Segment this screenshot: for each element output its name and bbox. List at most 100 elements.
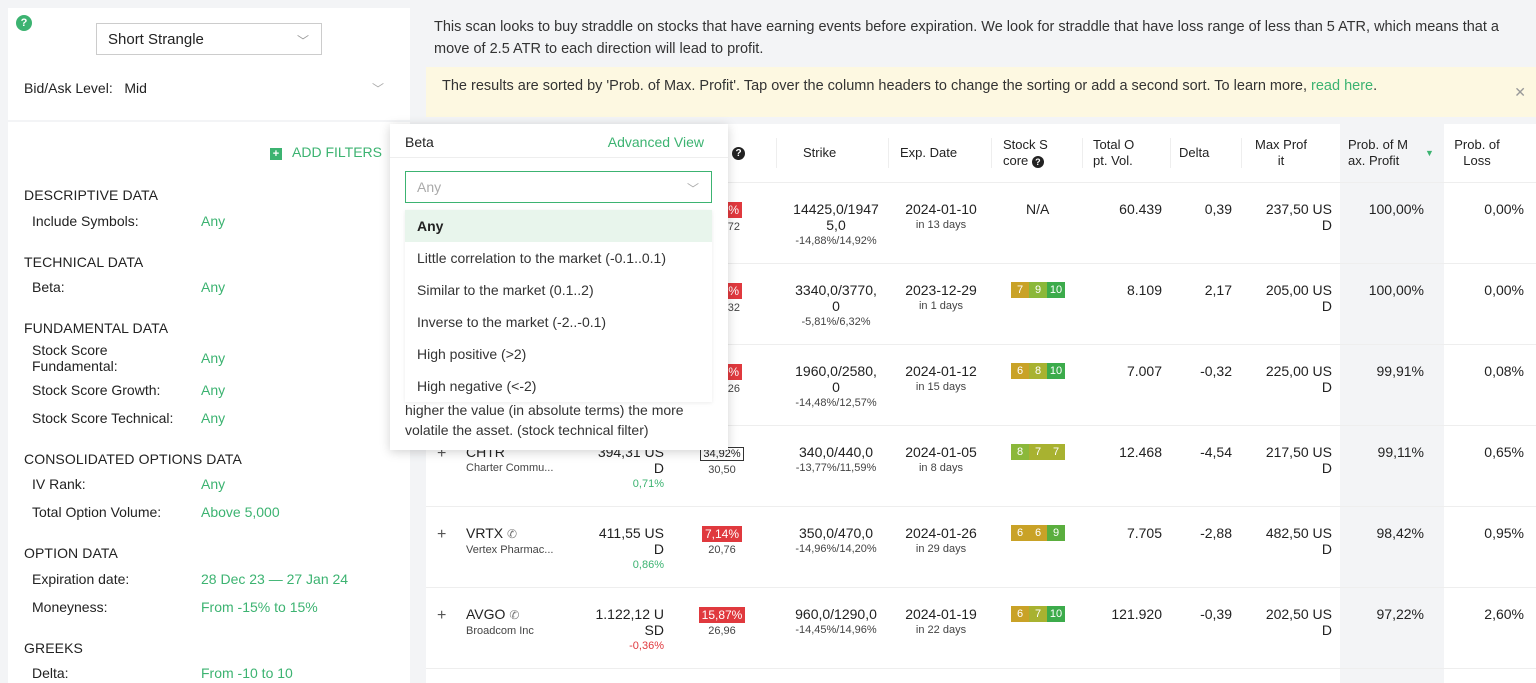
chevron-down-icon[interactable]: ﹀ <box>372 80 384 97</box>
expand-row-button[interactable]: + <box>437 527 446 543</box>
bid-ask-select[interactable]: Bid/Ask Level: Mid <box>24 80 147 96</box>
notice-text: The results are sorted by 'Prob. of Max.… <box>442 78 1312 94</box>
add-filters-button[interactable]: + ADD FILTERS <box>270 144 382 160</box>
header-strike[interactable]: Strike <box>803 124 836 182</box>
info-icon[interactable]: ? <box>1031 156 1044 168</box>
max-profit-1: 217,50 US <box>1265 444 1332 460</box>
max-profit-2: D <box>1321 379 1332 395</box>
advanced-view-link[interactable]: Advanced View <box>608 134 704 150</box>
max-profit-2: D <box>1321 622 1332 638</box>
sort-desc-icon[interactable]: ▼ <box>1425 124 1434 182</box>
max-profit-cell: 237,50 US D <box>1246 201 1332 233</box>
score-growth: 9 <box>1029 282 1047 298</box>
header-prob-loss-1: Prob. of <box>1454 137 1500 152</box>
header-divider <box>1241 138 1242 168</box>
close-icon[interactable]: ✕ <box>1514 84 1526 101</box>
header-stock-score-2: core <box>1003 153 1029 168</box>
header-stock-score[interactable]: Stock S core ? <box>1003 124 1048 182</box>
strike-line-1: 1960,0/2580, <box>795 363 877 379</box>
expiration-date-value[interactable]: 28 Dec 23 — 27 Jan 24 <box>201 571 348 587</box>
prob-max-profit: 100,00% <box>1368 282 1424 298</box>
header-max-profit[interactable]: Max Prof it <box>1252 124 1310 182</box>
score-growth: 8 <box>1029 363 1047 379</box>
stock-score-badges: 6 7 10 <box>1011 606 1065 622</box>
price-1: 411,55 US <box>598 525 664 541</box>
strategy-select[interactable]: Short Strangle ﹀ <box>96 23 322 55</box>
stock-score-badges: 8 7 7 <box>1011 444 1065 460</box>
option-high-negative[interactable]: High negative (<-2) <box>405 370 712 402</box>
phone-icon[interactable]: ✆ <box>507 527 517 541</box>
stock-score-fundamental-label-1: Stock Score <box>32 342 108 358</box>
prob-loss: 0,08% <box>1484 363 1524 379</box>
option-inverse[interactable]: Inverse to the market (-2..-0.1) <box>405 306 712 338</box>
total-volume: 60.439 <box>1119 201 1162 217</box>
score-technical: 10 <box>1047 363 1065 379</box>
stock-score-fundamental-value[interactable]: Any <box>201 350 225 366</box>
exp-date: 2024-01-05 <box>905 444 977 460</box>
total-volume: 7.007 <box>1126 363 1162 379</box>
price-change: 0,86% <box>632 559 664 571</box>
beta-filter-popover: Beta Advanced View Any ﹀ higher the valu… <box>390 124 728 450</box>
price-cell: 394,31 US D 0,71% <box>586 444 664 492</box>
score-growth: 7 <box>1029 444 1047 460</box>
option-high-positive[interactable]: High positive (>2) <box>405 338 712 370</box>
strike-pct: -13,77%/11,59% <box>795 462 877 474</box>
header-divider <box>776 138 777 168</box>
score-growth: 7 <box>1029 606 1047 622</box>
table-row[interactable]: + AVGO ✆ Broadcom Inc 1.122,12 U SD -0,3… <box>426 587 1536 668</box>
iv-value: 26,96 <box>708 625 736 637</box>
moneyness-value[interactable]: From -15% to 15% <box>201 599 318 615</box>
company-name: Vertex Pharmac... <box>466 544 554 556</box>
score-fundamental: 8 <box>1011 444 1029 460</box>
prob-loss: 0,00% <box>1484 282 1524 298</box>
expand-row-button[interactable]: + <box>437 608 446 624</box>
popover-caret <box>381 281 390 297</box>
header-total-opt-vol-1: Total O <box>1093 137 1135 152</box>
read-here-link[interactable]: read here <box>1311 78 1373 94</box>
header-delta[interactable]: Delta <box>1179 124 1209 182</box>
chevron-down-icon: ﹀ <box>686 182 699 196</box>
stock-score-badges: 6 8 10 <box>1011 363 1065 379</box>
header-exp-date[interactable]: Exp. Date <box>900 124 957 182</box>
option-little-correlation[interactable]: Little correlation to the market (-0.1..… <box>405 242 712 274</box>
expiration-date-label: Expiration date: <box>32 571 130 587</box>
filters-panel: + ADD FILTERS DESCRIPTIVE DATA Include Sy… <box>8 122 410 683</box>
sort-notice: The results are sorted by 'Prob. of Max.… <box>426 67 1536 117</box>
header-prob-max-profit[interactable]: Prob. of M ax. Profit <box>1348 124 1408 182</box>
delta: -0,32 <box>1200 363 1232 379</box>
price-2: SD <box>644 622 664 638</box>
header-prob-loss[interactable]: Prob. of Loss <box>1452 124 1502 182</box>
symbol-cell[interactable]: AVGO ✆ Broadcom Inc <box>466 606 534 639</box>
option-any[interactable]: Any <box>405 210 712 242</box>
beta-select[interactable]: Any ﹀ <box>405 171 712 203</box>
prob-loss: 2,60% <box>1484 606 1524 622</box>
table-row[interactable]: + VRTX ✆ Vertex Pharmac... 411,55 US D 0… <box>426 506 1536 587</box>
price-2: D <box>653 460 664 476</box>
delta-label: Delta: <box>32 665 69 681</box>
prob-loss: 0,00% <box>1484 201 1524 217</box>
section-option: OPTION DATA <box>24 545 118 561</box>
strike-line-2: 0 <box>832 298 840 314</box>
phone-icon[interactable]: ✆ <box>509 608 519 622</box>
delta-value[interactable]: From -10 to 10 <box>201 665 293 681</box>
include-symbols-value[interactable]: Any <box>201 213 225 229</box>
max-profit-1: 202,50 US <box>1265 606 1332 622</box>
max-profit-cell: 205,00 US D <box>1246 282 1332 314</box>
strike-cell: 960,0/1290,0 -14,45%/14,96% <box>776 606 896 638</box>
strike-line-1: 3340,0/3770, <box>795 282 877 298</box>
option-similar[interactable]: Similar to the market (0.1..2) <box>405 274 712 306</box>
max-profit-1: 225,00 US <box>1265 363 1332 379</box>
stock-score-technical-value[interactable]: Any <box>201 410 225 426</box>
symbol-cell[interactable]: VRTX ✆ Vertex Pharmac... <box>466 525 553 558</box>
max-profit-1: 205,00 US <box>1265 282 1332 298</box>
iv-rank-value[interactable]: Any <box>201 476 225 492</box>
header-info-icon[interactable]: ? <box>732 124 745 182</box>
header-total-opt-vol[interactable]: Total O pt. Vol. <box>1093 124 1134 182</box>
total-option-volume-value[interactable]: Above 5,000 <box>201 504 280 520</box>
stock-score-growth-value[interactable]: Any <box>201 382 225 398</box>
header-stock-score-2-wrap: core ? <box>1003 153 1044 169</box>
strike-cell: 350,0/470,0 -14,96%/14,20% <box>776 525 896 557</box>
prob-max-profit: 97,22% <box>1376 606 1424 622</box>
beta-value[interactable]: Any <box>201 279 225 295</box>
help-icon[interactable]: ? <box>16 15 32 31</box>
